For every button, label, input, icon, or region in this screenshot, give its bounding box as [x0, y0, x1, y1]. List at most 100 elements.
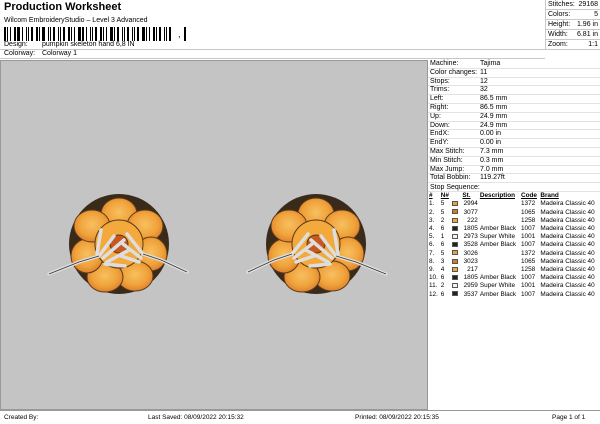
row-brand: Madeira Classic 40	[540, 274, 595, 282]
info-panel: Machine: Tajima Color changes: 11 Stops: 12 Tr…	[428, 60, 600, 410]
stat-zoom: Zoom: 1:1	[546, 41, 600, 50]
row-description: Super White	[479, 282, 516, 290]
machine-info-row: Stops: 12	[428, 78, 600, 87]
design-preview-canvas[interactable]	[0, 60, 428, 410]
color-swatch	[451, 266, 458, 272]
row-brand: Madeira Classic 40	[540, 265, 595, 273]
row-needle: 2	[440, 216, 445, 224]
row-number: 6.	[429, 241, 435, 249]
barcode-bar	[86, 27, 87, 41]
machine-info-row: EndY: 0.00 in	[428, 139, 600, 148]
col-header-needle: N#	[440, 192, 449, 200]
row-brand: Madeira Classic 40	[540, 282, 595, 290]
row-brand: Madeira Classic 40	[540, 241, 595, 249]
stop-sequence-table: # N# St. Description Code Brand 1. 5 2994 1…	[428, 192, 600, 299]
barcode-bar	[132, 27, 133, 41]
table-header-row: # N# St. Description Code Brand	[428, 192, 600, 200]
row-code: 1007	[520, 290, 536, 298]
color-swatch	[451, 283, 458, 289]
pumpkin-design-left	[47, 194, 189, 294]
table-row: 7. 5 3026 1372 Madeira Classic 40	[428, 250, 600, 258]
row-description	[479, 250, 520, 258]
machine-info-row: Up: 24.9 mm	[428, 113, 600, 122]
design-preview-svg	[47, 194, 388, 294]
machine-info-row: Color changes: 11	[428, 69, 600, 78]
machine-info-row: Down: 24.9 mm	[428, 122, 600, 131]
barcode-bar	[63, 27, 65, 41]
barcode-bar	[58, 27, 59, 41]
color-swatch	[451, 250, 458, 256]
row-needle: 4	[440, 265, 445, 273]
barcode-bar	[92, 27, 93, 41]
machine-info-value: 32	[480, 86, 488, 94]
barcode-bar	[39, 27, 40, 41]
row-needle: 6	[440, 290, 445, 298]
stat-stitches: Stitches: 29168	[546, 1, 600, 10]
barcode-bar	[134, 27, 135, 41]
barcode-bar	[31, 27, 33, 41]
machine-info-value: 0.00 in	[480, 139, 502, 147]
row-number: 10.	[429, 274, 438, 282]
row-code: 1372	[520, 249, 536, 257]
design-label: Design:	[4, 41, 28, 48]
machine-info-row: Machine: Tajima	[428, 60, 600, 69]
machine-info-label: Stops:	[430, 77, 450, 85]
machine-info-label: Up:	[430, 112, 441, 120]
machine-info-value: 119.27ft	[480, 174, 505, 182]
row-color	[451, 250, 462, 258]
printed-date: Printed: 08/09/2022 20:15:35	[355, 414, 439, 421]
row-needle: 6	[440, 224, 445, 232]
row-code: 1007	[520, 241, 536, 249]
machine-info-label: Trims:	[430, 86, 450, 94]
row-number: 1.	[429, 200, 435, 208]
barcode-bar	[60, 27, 61, 41]
col-header-color	[451, 192, 462, 200]
machine-info-row: Min Stitch: 0.3 mm	[428, 157, 600, 166]
barcode-bar	[137, 27, 139, 41]
row-description: Amber Black	[479, 224, 517, 232]
barcode-bar	[127, 27, 129, 41]
col-header-number: #	[429, 192, 433, 200]
row-brand: Madeira Classic 40	[540, 216, 595, 224]
design-value: pumpkin skeleton hand 6,8 IN	[42, 41, 135, 48]
colorway-row: Colorway: Colorway 1	[0, 50, 545, 59]
machine-info-row: Total Bobbin: 119.27ft	[428, 174, 600, 184]
row-number: 7.	[429, 249, 435, 257]
machine-info-value: 0.00 in	[480, 130, 502, 138]
page-number: Page 1 of 1	[552, 414, 586, 421]
barcode-bar	[17, 27, 20, 41]
machine-info-label: Max Jump:	[430, 165, 465, 173]
row-stitches: 3528	[463, 241, 478, 249]
barcode-bar	[14, 27, 16, 41]
row-color	[451, 258, 462, 266]
machine-info-value: 12	[480, 77, 488, 85]
barcode-bar	[53, 27, 55, 41]
barcode-bar	[166, 27, 167, 41]
machine-info: Machine: Tajima Color changes: 11 Stops: 12 Tr…	[428, 60, 600, 184]
table-row: 10. 6 1805 Amber Black 1007 Madeira Classic 4…	[428, 274, 600, 282]
table-row: 9. 4 217 1258 Madeira Classic 40	[428, 266, 600, 274]
barcode-bar	[90, 27, 91, 41]
row-color	[451, 274, 462, 282]
row-description	[479, 266, 520, 274]
row-brand: Madeira Classic 40	[540, 249, 595, 257]
row-number: 11.	[429, 282, 438, 290]
barcode-bar	[142, 27, 145, 41]
barcode-bar	[26, 27, 27, 41]
row-code: 1258	[520, 265, 536, 273]
machine-info-value: 7.3 mm	[480, 147, 504, 155]
col-header-brand: Brand	[540, 192, 559, 200]
machine-info-label: Left:	[430, 95, 444, 103]
row-code: 1258	[520, 216, 536, 224]
table-row: 11. 2 2959 Super White 1001 Madeira Classic 4…	[428, 282, 600, 290]
barcode-bar	[164, 27, 165, 41]
row-stitches: 3537	[463, 290, 478, 298]
color-swatch	[451, 275, 458, 280]
stat-height: Height: 1.96 in	[546, 21, 600, 30]
row-needle: 2	[440, 282, 445, 290]
machine-info-value: Tajima	[480, 60, 501, 67]
barcode-bar	[159, 27, 161, 41]
row-color	[451, 282, 462, 290]
row-color	[451, 217, 462, 225]
stat-colors: Colors: 5	[546, 11, 600, 20]
